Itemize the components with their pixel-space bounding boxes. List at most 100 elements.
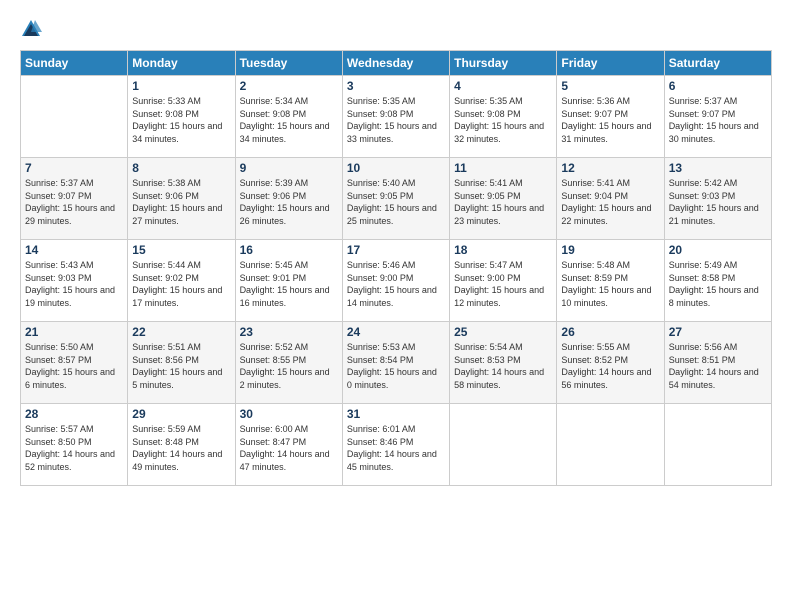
day-info: Sunrise: 5:34 AMSunset: 9:08 PMDaylight:… [240,95,338,145]
day-info: Sunrise: 5:41 AMSunset: 9:04 PMDaylight:… [561,177,659,227]
day-number: 31 [347,407,445,421]
calendar-cell: 20 Sunrise: 5:49 AMSunset: 8:58 PMDayligh… [664,240,771,322]
day-number: 18 [454,243,552,257]
day-info: Sunrise: 5:53 AMSunset: 8:54 PMDaylight:… [347,341,445,391]
day-number: 19 [561,243,659,257]
day-number: 13 [669,161,767,175]
day-info: Sunrise: 5:57 AMSunset: 8:50 PMDaylight:… [25,423,123,473]
day-info: Sunrise: 5:50 AMSunset: 8:57 PMDaylight:… [25,341,123,391]
calendar-cell: 18 Sunrise: 5:47 AMSunset: 9:00 PMDayligh… [450,240,557,322]
day-number: 29 [132,407,230,421]
day-info: Sunrise: 5:37 AMSunset: 9:07 PMDaylight:… [25,177,123,227]
header-day-tuesday: Tuesday [235,51,342,76]
day-info: Sunrise: 5:55 AMSunset: 8:52 PMDaylight:… [561,341,659,391]
day-number: 23 [240,325,338,339]
day-number: 17 [347,243,445,257]
day-number: 16 [240,243,338,257]
calendar-cell: 23 Sunrise: 5:52 AMSunset: 8:55 PMDayligh… [235,322,342,404]
day-number: 20 [669,243,767,257]
calendar-cell: 1 Sunrise: 5:33 AMSunset: 9:08 PMDaylight… [128,76,235,158]
day-info: Sunrise: 5:46 AMSunset: 9:00 PMDaylight:… [347,259,445,309]
header-day-sunday: Sunday [21,51,128,76]
day-info: Sunrise: 5:56 AMSunset: 8:51 PMDaylight:… [669,341,767,391]
calendar-cell: 30Sunrise: 6:00 AMSunset: 8:47 PMDayligh… [235,404,342,486]
day-info: Sunrise: 5:47 AMSunset: 9:00 PMDaylight:… [454,259,552,309]
day-number: 11 [454,161,552,175]
calendar-cell: 24 Sunrise: 5:53 AMSunset: 8:54 PMDayligh… [342,322,449,404]
calendar-cell: 6 Sunrise: 5:37 AMSunset: 9:07 PMDaylight… [664,76,771,158]
calendar-cell: 26 Sunrise: 5:55 AMSunset: 8:52 PMDayligh… [557,322,664,404]
day-number: 6 [669,79,767,93]
day-info: Sunrise: 6:00 AMSunset: 8:47 PMDaylight:… [240,423,338,473]
day-info: Sunrise: 5:37 AMSunset: 9:07 PMDaylight:… [669,95,767,145]
week-row-2: 7 Sunrise: 5:37 AMSunset: 9:07 PMDaylight… [21,158,772,240]
day-number: 12 [561,161,659,175]
day-number: 15 [132,243,230,257]
calendar-cell: 3Sunrise: 5:35 AMSunset: 9:08 PMDaylight… [342,76,449,158]
calendar-cell: 25Sunrise: 5:54 AMSunset: 8:53 PMDayligh… [450,322,557,404]
calendar-cell: 11 Sunrise: 5:41 AMSunset: 9:05 PMDayligh… [450,158,557,240]
calendar-cell: 15Sunrise: 5:44 AMSunset: 9:02 PMDayligh… [128,240,235,322]
day-number: 1 [132,79,230,93]
calendar-cell: 5 Sunrise: 5:36 AMSunset: 9:07 PMDaylight… [557,76,664,158]
day-number: 28 [25,407,123,421]
calendar-cell: 16 Sunrise: 5:45 AMSunset: 9:01 PMDayligh… [235,240,342,322]
day-info: Sunrise: 5:39 AMSunset: 9:06 PMDaylight:… [240,177,338,227]
day-number: 26 [561,325,659,339]
calendar-cell: 12 Sunrise: 5:41 AMSunset: 9:04 PMDayligh… [557,158,664,240]
day-info: Sunrise: 5:41 AMSunset: 9:05 PMDaylight:… [454,177,552,227]
calendar-cell [21,76,128,158]
day-number: 14 [25,243,123,257]
header-row: SundayMondayTuesdayWednesdayThursdayFrid… [21,51,772,76]
day-number: 7 [25,161,123,175]
calendar-cell: 2 Sunrise: 5:34 AMSunset: 9:08 PMDaylight… [235,76,342,158]
day-info: Sunrise: 5:52 AMSunset: 8:55 PMDaylight:… [240,341,338,391]
calendar-cell: 9 Sunrise: 5:39 AMSunset: 9:06 PMDaylight… [235,158,342,240]
day-number: 10 [347,161,445,175]
day-number: 9 [240,161,338,175]
calendar-cell: 8Sunrise: 5:38 AMSunset: 9:06 PMDaylight… [128,158,235,240]
calendar-cell [450,404,557,486]
day-info: Sunrise: 5:40 AMSunset: 9:05 PMDaylight:… [347,177,445,227]
day-info: Sunrise: 5:45 AMSunset: 9:01 PMDaylight:… [240,259,338,309]
calendar-cell: 27Sunrise: 5:56 AMSunset: 8:51 PMDayligh… [664,322,771,404]
day-number: 5 [561,79,659,93]
calendar-cell: 14 Sunrise: 5:43 AMSunset: 9:03 PMDayligh… [21,240,128,322]
day-info: Sunrise: 5:49 AMSunset: 8:58 PMDaylight:… [669,259,767,309]
calendar-cell: 4 Sunrise: 5:35 AMSunset: 9:08 PMDaylight… [450,76,557,158]
day-info: Sunrise: 5:36 AMSunset: 9:07 PMDaylight:… [561,95,659,145]
logo-icon [20,18,42,40]
day-info: Sunrise: 5:43 AMSunset: 9:03 PMDaylight:… [25,259,123,309]
calendar-cell [664,404,771,486]
calendar-cell: 13 Sunrise: 5:42 AMSunset: 9:03 PMDayligh… [664,158,771,240]
week-row-5: 28 Sunrise: 5:57 AMSunset: 8:50 PMDayligh… [21,404,772,486]
calendar-table: SundayMondayTuesdayWednesdayThursdayFrid… [20,50,772,486]
day-number: 24 [347,325,445,339]
day-info: Sunrise: 5:33 AMSunset: 9:08 PMDaylight:… [132,95,230,145]
day-info: Sunrise: 5:35 AMSunset: 9:08 PMDaylight:… [454,95,552,145]
week-row-1: 1 Sunrise: 5:33 AMSunset: 9:08 PMDaylight… [21,76,772,158]
day-info: Sunrise: 5:48 AMSunset: 8:59 PMDaylight:… [561,259,659,309]
week-row-4: 21 Sunrise: 5:50 AMSunset: 8:57 PMDayligh… [21,322,772,404]
calendar-header: SundayMondayTuesdayWednesdayThursdayFrid… [21,51,772,76]
week-row-3: 14 Sunrise: 5:43 AMSunset: 9:03 PMDayligh… [21,240,772,322]
day-number: 4 [454,79,552,93]
day-number: 25 [454,325,552,339]
header-day-friday: Friday [557,51,664,76]
calendar-cell: 31 Sunrise: 6:01 AMSunset: 8:46 PMDayligh… [342,404,449,486]
header-day-wednesday: Wednesday [342,51,449,76]
calendar-cell: 17 Sunrise: 5:46 AMSunset: 9:00 PMDayligh… [342,240,449,322]
day-number: 2 [240,79,338,93]
day-number: 22 [132,325,230,339]
day-number: 21 [25,325,123,339]
day-number: 3 [347,79,445,93]
day-info: Sunrise: 5:51 AMSunset: 8:56 PMDaylight:… [132,341,230,391]
day-info: Sunrise: 5:59 AMSunset: 8:48 PMDaylight:… [132,423,230,473]
calendar-cell: 21 Sunrise: 5:50 AMSunset: 8:57 PMDayligh… [21,322,128,404]
day-info: Sunrise: 5:42 AMSunset: 9:03 PMDaylight:… [669,177,767,227]
calendar-cell: 29 Sunrise: 5:59 AMSunset: 8:48 PMDayligh… [128,404,235,486]
day-info: Sunrise: 5:38 AMSunset: 9:06 PMDaylight:… [132,177,230,227]
day-info: Sunrise: 6:01 AMSunset: 8:46 PMDaylight:… [347,423,445,473]
logo [20,16,46,40]
calendar-cell: 19 Sunrise: 5:48 AMSunset: 8:59 PMDayligh… [557,240,664,322]
